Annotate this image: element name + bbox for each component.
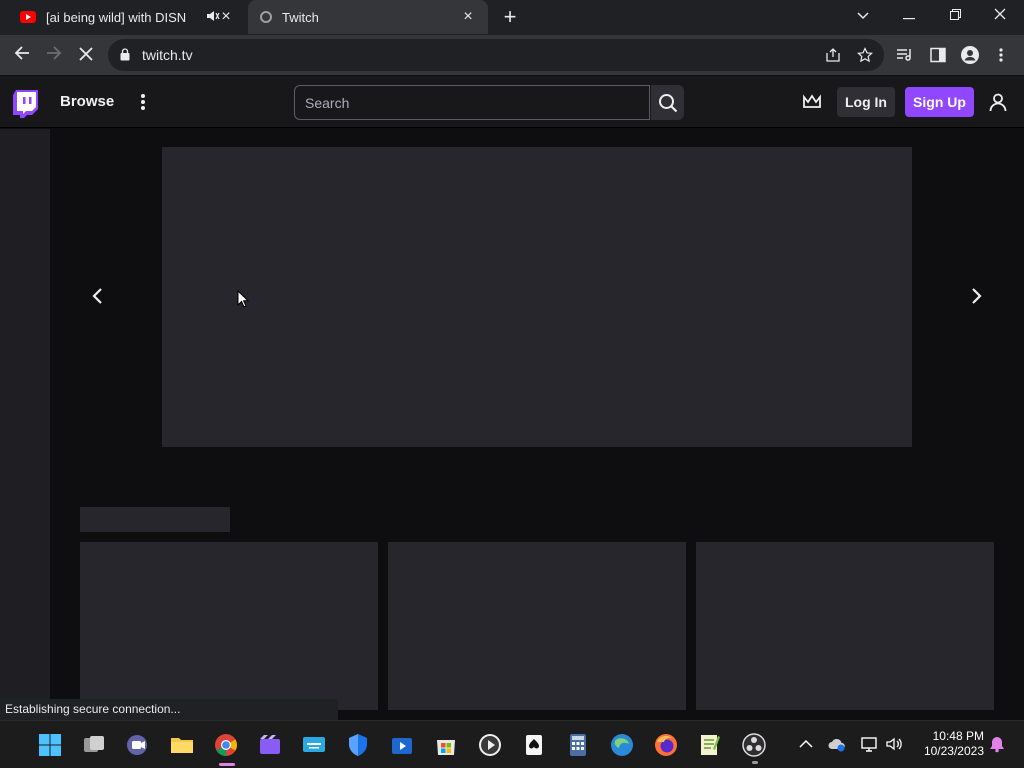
side-nav-skeleton (0, 129, 50, 699)
close-tab-icon[interactable]: × (218, 9, 234, 25)
signup-button[interactable]: Sign Up (905, 87, 974, 117)
tab-youtube[interactable]: [ai being wild] with DISNEY- × (8, 0, 246, 34)
status-bubble: Establishing secure connection... (0, 699, 338, 720)
running-app-indicator (752, 761, 758, 764)
restore-icon[interactable] (945, 6, 965, 26)
windows-taskbar: 10:48 PM 10/23/2023 (0, 720, 1024, 768)
teams-chat-icon[interactable] (126, 733, 150, 757)
lock-icon[interactable] (120, 48, 130, 61)
prime-crown-icon[interactable] (802, 93, 822, 111)
clock-date: 10/23/2023 (923, 744, 984, 758)
twitch-logo-icon[interactable] (13, 90, 38, 118)
obs-studio-icon[interactable] (742, 733, 766, 757)
onedrive-cloud-icon[interactable] (828, 735, 846, 753)
loading-spinner-icon (260, 11, 272, 23)
more-options-icon[interactable] (133, 92, 153, 112)
tab-title: Twitch (282, 9, 319, 25)
profile-avatar-icon[interactable] (961, 46, 979, 64)
share-icon[interactable] (825, 47, 841, 63)
media-player-icon[interactable] (478, 733, 502, 757)
solitaire-icon[interactable] (522, 733, 546, 757)
search-bar (294, 85, 684, 120)
windows-security-icon[interactable] (346, 733, 370, 757)
back-arrow-icon[interactable] (12, 45, 32, 65)
windows-start-icon[interactable] (38, 733, 62, 757)
close-tab-icon[interactable]: × (460, 9, 476, 25)
calculator-icon[interactable] (566, 733, 590, 757)
notepad-plus-icon[interactable] (698, 733, 722, 757)
microsoft-store-icon[interactable] (434, 733, 458, 757)
search-icon (659, 94, 678, 113)
system-clock[interactable]: 10:48 PM 10/23/2023 (920, 729, 984, 759)
tab-title: [ai being wild] with DISNEY- (46, 9, 186, 25)
video-editor-icon[interactable] (258, 733, 282, 757)
forward-arrow-icon[interactable] (44, 45, 64, 65)
user-menu-icon[interactable] (988, 92, 1008, 112)
file-explorer-icon[interactable] (170, 733, 194, 757)
tab-search-chevron-icon[interactable] (853, 6, 873, 26)
carousel-prev-icon[interactable] (88, 286, 108, 306)
url-text: twitch.tv (142, 47, 193, 63)
firefox-icon[interactable] (654, 733, 678, 757)
chrome-icon[interactable] (214, 733, 238, 757)
stream-card-skeleton (696, 542, 994, 710)
movies-tv-icon[interactable] (390, 733, 414, 757)
minimize-icon[interactable] (899, 6, 919, 26)
mouse-cursor-icon (237, 290, 249, 308)
active-app-indicator (219, 763, 235, 766)
media-controls-icon[interactable] (896, 47, 914, 63)
stop-loading-icon[interactable] (76, 45, 96, 65)
browse-link[interactable]: Browse (60, 93, 114, 110)
featured-carousel-skeleton (162, 147, 912, 447)
task-view-icon[interactable] (82, 733, 106, 757)
search-button[interactable] (651, 85, 684, 120)
youtube-icon (20, 11, 36, 23)
chrome-menu-icon[interactable] (998, 47, 1004, 63)
stream-card-skeleton (388, 542, 686, 710)
close-window-icon[interactable] (990, 6, 1010, 26)
stream-card-skeleton (80, 542, 378, 710)
browser-tab-strip: [ai being wild] with DISNEY- × Twitch × … (0, 0, 1024, 35)
bookmark-star-icon[interactable] (857, 47, 873, 63)
show-hidden-icons-chevron-icon[interactable] (797, 735, 815, 753)
clock-time: 10:48 PM (932, 729, 984, 743)
tab-twitch[interactable]: Twitch × (248, 0, 488, 34)
edge-globe-icon[interactable] (610, 733, 634, 757)
section-heading-skeleton (80, 507, 230, 532)
side-panel-icon[interactable] (930, 47, 946, 63)
notification-bell-icon[interactable] (988, 735, 1006, 753)
twitch-top-nav: Browse Log In Sign Up (0, 76, 1024, 128)
carousel-next-icon[interactable] (966, 286, 986, 306)
browser-toolbar: twitch.tv (0, 35, 1024, 75)
new-tab-icon[interactable]: + (500, 6, 520, 28)
login-button[interactable]: Log In (837, 87, 895, 117)
address-bar[interactable]: twitch.tv (108, 39, 884, 71)
remote-desktop-icon[interactable] (302, 733, 326, 757)
network-icon[interactable] (860, 735, 878, 753)
volume-speaker-icon[interactable] (885, 735, 903, 753)
search-input[interactable] (294, 85, 650, 120)
